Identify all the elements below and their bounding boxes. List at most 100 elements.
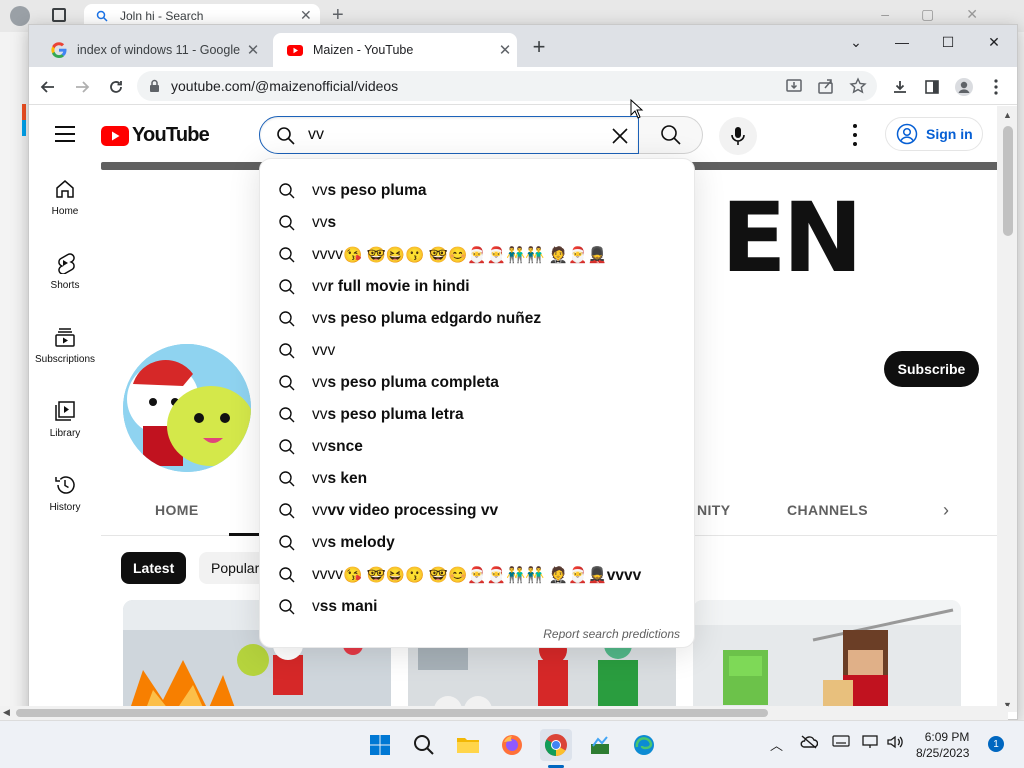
voice-search-button[interactable] [719, 117, 757, 155]
firefox-app[interactable] [496, 729, 528, 761]
system-clock[interactable]: 6:09 PM 8/25/2023 [916, 729, 969, 761]
search-suggestion[interactable]: vv s ken [260, 463, 694, 495]
suggestion-typed-part: vv [312, 502, 328, 519]
tab-actions-icon[interactable] [52, 8, 66, 22]
address-bar[interactable]: youtube.com/@maizenofficial/videos [137, 71, 877, 101]
vertical-scrollbar[interactable]: ▲ ▼ [997, 106, 1017, 712]
horizontal-scrollbar[interactable]: ◀ [0, 706, 1008, 720]
search-suggestion[interactable]: vv vv video processing vv [260, 495, 694, 527]
taskbar-search-button[interactable] [408, 729, 440, 761]
youtube-logo[interactable]: YouTube [101, 124, 210, 147]
lock-icon[interactable] [149, 79, 160, 93]
search-input[interactable] [308, 126, 588, 144]
search-icon [279, 311, 295, 327]
edge-app[interactable] [628, 729, 660, 761]
network-icon[interactable] [862, 735, 880, 749]
show-hidden-icons-icon[interactable]: ︿ [770, 735, 783, 754]
tab-community[interactable]: NITY [697, 502, 731, 518]
chrome-app[interactable] [540, 729, 572, 761]
background-tab-label: Joln hi - Search [120, 9, 204, 23]
sign-in-button[interactable]: Sign in [885, 117, 983, 151]
install-app-icon[interactable] [785, 77, 803, 95]
search-suggestion[interactable]: vv s melody [260, 527, 694, 559]
scroll-left-icon[interactable]: ◀ [3, 707, 10, 718]
subscribe-button[interactable]: Subscribe [884, 351, 979, 387]
minimize-icon[interactable]: — [879, 25, 925, 59]
youtube-icon [287, 45, 303, 56]
search-suggestion[interactable]: vvvv 😘 🤓😆😗 🤓😊🎅🎅👬👬 🤵🎅💂 [260, 239, 694, 271]
search-suggestion[interactable]: vv s [260, 207, 694, 239]
tab-channels[interactable]: CHANNELS [787, 502, 868, 518]
tab-home[interactable]: HOME [155, 502, 199, 518]
guide-item-history[interactable]: History [29, 458, 101, 532]
chip-latest[interactable]: Latest [121, 552, 187, 584]
new-tab-icon[interactable]: + [525, 34, 553, 60]
background-tab-close-icon[interactable]: ✕ [300, 7, 312, 24]
browser-toolbar: youtube.com/@maizenofficial/videos [29, 67, 1017, 105]
search-icon [279, 535, 295, 551]
guide-menu-icon[interactable] [55, 126, 75, 142]
search-suggestion[interactable]: vvv [260, 335, 694, 367]
tab-label: index of windows 11 - Google Se [77, 43, 241, 57]
back-arrow-icon[interactable] [37, 76, 59, 98]
report-search-predictions-link[interactable]: Report search predictions [543, 627, 680, 641]
maximize-icon[interactable]: ☐ [925, 25, 971, 59]
chrome-menu-icon[interactable] [985, 76, 1007, 98]
search-suggestion[interactable]: vv s peso pluma [260, 175, 694, 207]
forward-arrow-icon[interactable] [71, 76, 93, 98]
search-suggestion[interactable]: vv s peso pluma letra [260, 399, 694, 431]
background-window-controls[interactable]: –▢✕ [881, 6, 1010, 23]
chart-app[interactable] [584, 729, 616, 761]
suggestion-typed-part: vvvv [312, 246, 343, 263]
search-icon [279, 343, 295, 359]
search-button[interactable] [639, 116, 703, 154]
profile-icon[interactable] [10, 6, 30, 26]
clear-search-icon[interactable] [608, 124, 632, 148]
tab-search-icon[interactable]: ⌄ [833, 25, 879, 59]
suggestion-completion: s peso pluma edgardo nuñez [327, 310, 542, 327]
notification-badge[interactable]: 1 [988, 736, 1004, 752]
reload-icon[interactable] [105, 76, 127, 98]
guide-item-library[interactable]: Library [29, 384, 101, 458]
volume-icon[interactable] [886, 735, 904, 749]
search-icon [279, 439, 295, 455]
tab-google-search[interactable]: index of windows 11 - Google Se ✕ [37, 33, 265, 67]
search-suggestion[interactable]: vv s peso pluma completa [260, 367, 694, 399]
thumbnail-image [693, 600, 961, 712]
scroll-up-icon[interactable]: ▲ [1003, 110, 1012, 120]
profile-avatar-icon[interactable] [953, 76, 975, 98]
clock-date: 8/25/2023 [916, 746, 970, 760]
channel-avatar[interactable] [123, 344, 251, 472]
horizontal-scroll-thumb[interactable] [16, 709, 768, 717]
suggestion-completion: s peso pluma letra [327, 406, 464, 423]
guide-item-home[interactable]: Home [29, 162, 101, 236]
search-suggestion[interactable]: v ss mani [260, 591, 694, 623]
bookmark-star-icon[interactable] [849, 77, 867, 95]
vertical-scroll-thumb[interactable] [1003, 126, 1013, 236]
guide-item-subscriptions[interactable]: Subscriptions [29, 310, 101, 384]
guide-item-label: Home [51, 206, 79, 217]
chevron-right-icon[interactable]: › [943, 500, 949, 521]
tab-youtube[interactable]: Maizen - YouTube ✕ [273, 33, 517, 67]
guide-item-shorts[interactable]: Shorts [29, 236, 101, 310]
tab-close-icon[interactable]: ✕ [241, 41, 265, 59]
search-suggestion[interactable]: vv s peso pluma edgardo nuñez [260, 303, 694, 335]
suggestion-typed-part: vv [312, 534, 328, 551]
search-suggestion[interactable]: vvvv 😘 🤓😆😗 🤓😊🎅🎅👬👬 🤵🎅💂vvvv [260, 559, 694, 591]
tab-close-icon[interactable]: ✕ [493, 41, 517, 59]
downloads-icon[interactable] [889, 76, 911, 98]
share-icon[interactable] [817, 77, 835, 95]
side-panel-icon[interactable] [921, 76, 943, 98]
search-suggestion[interactable]: vv snce [260, 431, 694, 463]
keyboard-icon[interactable] [832, 735, 850, 747]
video-thumbnail[interactable] [693, 600, 961, 712]
cloud-sync-icon[interactable] [800, 735, 818, 749]
suggestion-typed-part: vv [312, 470, 328, 487]
window-controls: ⌄ — ☐ ✕ [833, 25, 1017, 59]
close-window-icon[interactable]: ✕ [971, 25, 1017, 59]
start-button[interactable] [364, 729, 396, 761]
search-box[interactable] [259, 116, 639, 154]
file-explorer-app[interactable] [452, 729, 484, 761]
settings-menu-icon[interactable] [851, 124, 859, 146]
search-suggestion[interactable]: vv r full movie in hindi [260, 271, 694, 303]
